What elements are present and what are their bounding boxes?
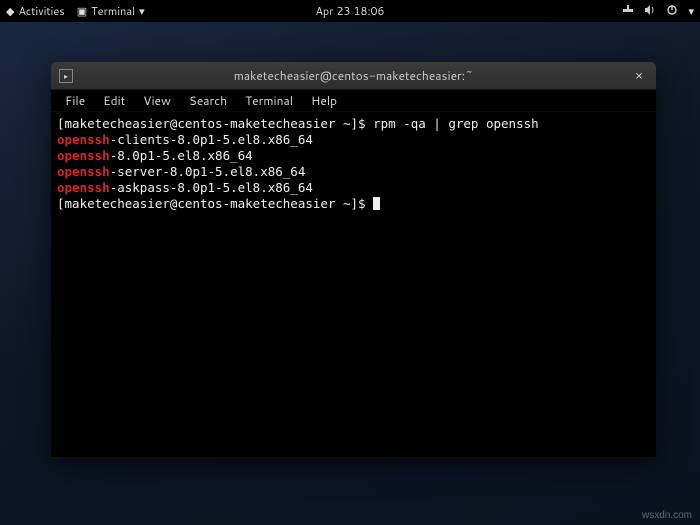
output-text: -askpass-8.0p1-5.el8.x86_64 bbox=[110, 180, 313, 195]
prompt-text: [maketecheasier@centos-maketecheasier ~]… bbox=[57, 116, 373, 131]
activities-label: Activities bbox=[18, 3, 64, 19]
terminal-line: openssh-server-8.0p1-5.el8.x86_64 bbox=[57, 164, 650, 180]
menu-help[interactable]: Help bbox=[303, 90, 345, 111]
terminal-window: ▸ maketecheasier@centos-maketecheasier:~… bbox=[51, 62, 656, 457]
activities-icon: ◆ bbox=[6, 6, 14, 17]
terminal-line: [maketecheasier@centos-maketecheasier ~]… bbox=[57, 116, 650, 132]
menu-file[interactable]: File bbox=[57, 90, 93, 111]
network-icon[interactable] bbox=[622, 4, 634, 18]
output-text: -server-8.0p1-5.el8.x86_64 bbox=[110, 164, 306, 179]
topbar-left: ◆ Activities ▣ Terminal ▾ bbox=[6, 3, 145, 19]
chevron-down-icon: ▾ bbox=[139, 6, 145, 17]
grep-highlight: openssh bbox=[57, 164, 110, 179]
gnome-topbar: ◆ Activities ▣ Terminal ▾ Apr 23 18:06 ▾ bbox=[0, 0, 700, 22]
datetime-label: Apr 23 18:06 bbox=[315, 3, 384, 19]
menu-view[interactable]: View bbox=[135, 90, 179, 111]
close-button[interactable]: × bbox=[630, 67, 648, 85]
output-text: -clients-8.0p1-5.el8.x86_64 bbox=[110, 132, 313, 147]
terminal-output[interactable]: [maketecheasier@centos-maketecheasier ~]… bbox=[51, 112, 656, 457]
window-titlebar[interactable]: ▸ maketecheasier@centos-maketecheasier:~… bbox=[51, 62, 656, 90]
menubar: File Edit View Search Terminal Help bbox=[51, 90, 656, 112]
power-icon[interactable] bbox=[666, 4, 678, 18]
prompt-text: [maketecheasier@centos-maketecheasier ~]… bbox=[57, 196, 373, 211]
terminal-app-icon: ▣ bbox=[77, 6, 87, 17]
menu-search[interactable]: Search bbox=[181, 90, 235, 111]
terminal-line: [maketecheasier@centos-maketecheasier ~]… bbox=[57, 196, 650, 212]
terminal-line: openssh-8.0p1-5.el8.x86_64 bbox=[57, 148, 650, 164]
menu-terminal[interactable]: Terminal bbox=[237, 90, 301, 111]
grep-highlight: openssh bbox=[57, 132, 110, 147]
menu-edit[interactable]: Edit bbox=[95, 90, 133, 111]
chevron-down-icon: ▾ bbox=[688, 6, 694, 17]
volume-icon[interactable] bbox=[644, 4, 656, 18]
terminal-line: openssh-askpass-8.0p1-5.el8.x86_64 bbox=[57, 180, 650, 196]
cursor-icon bbox=[373, 197, 380, 210]
watermark: wsxdn.com bbox=[642, 510, 692, 521]
clock[interactable]: Apr 23 18:06 bbox=[315, 3, 384, 19]
window-title: maketecheasier@centos-maketecheasier:~ bbox=[234, 67, 474, 84]
grep-highlight: openssh bbox=[57, 180, 110, 195]
terminal-line: openssh-clients-8.0p1-5.el8.x86_64 bbox=[57, 132, 650, 148]
command-text: rpm -qa | grep openssh bbox=[373, 116, 539, 131]
terminal-titlebar-icon: ▸ bbox=[59, 69, 73, 83]
app-menu[interactable]: ▣ Terminal ▾ bbox=[77, 3, 145, 19]
app-menu-label: Terminal bbox=[91, 3, 135, 19]
system-tray[interactable]: ▾ bbox=[622, 4, 694, 18]
output-text: -8.0p1-5.el8.x86_64 bbox=[110, 148, 253, 163]
grep-highlight: openssh bbox=[57, 148, 110, 163]
activities-button[interactable]: ◆ Activities bbox=[6, 3, 65, 19]
